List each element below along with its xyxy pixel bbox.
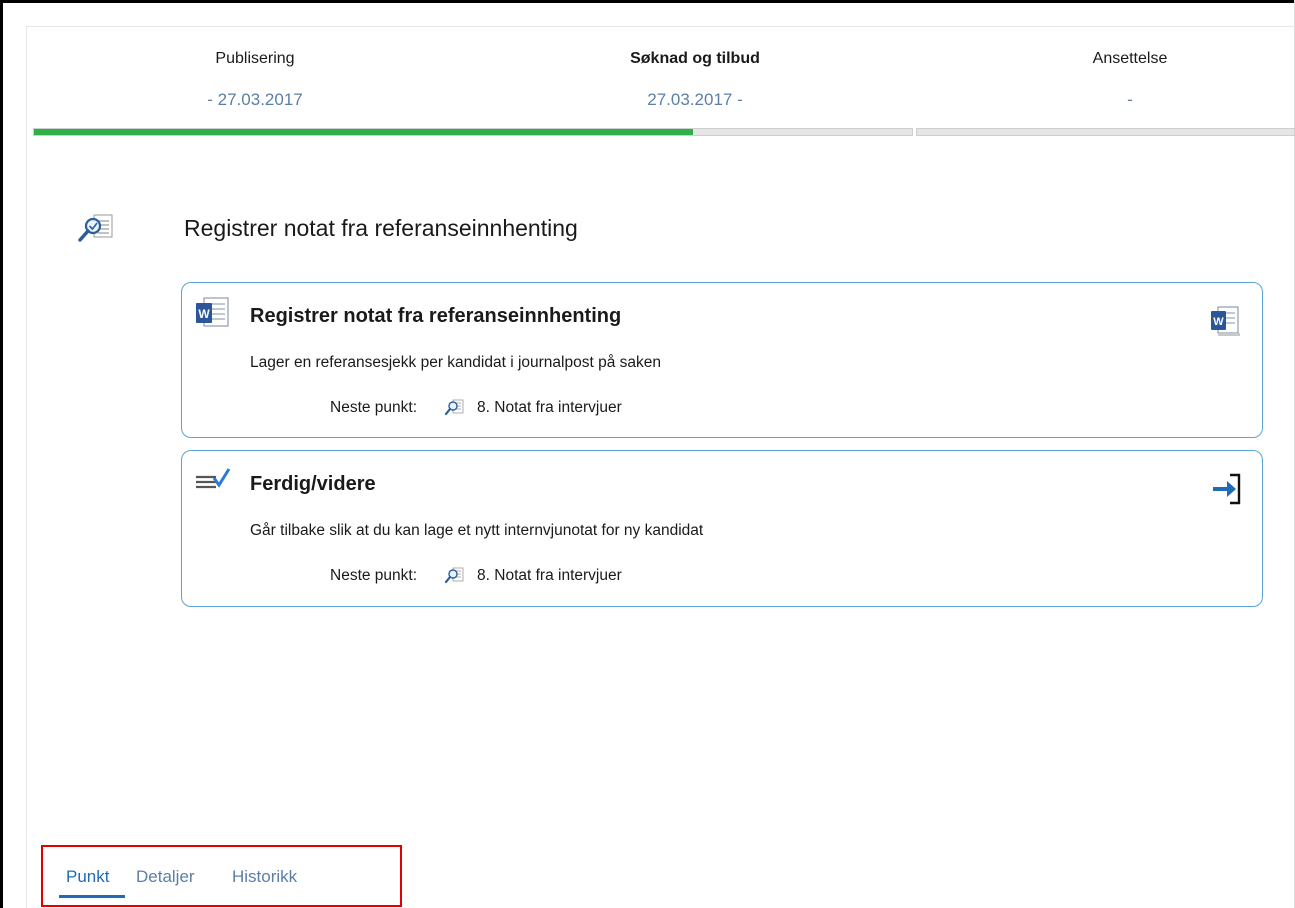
magnifier-document-icon — [444, 567, 464, 584]
card-description: Går tilbake slik at du kan lage et nytt … — [250, 522, 704, 539]
next-step: Neste punkt: 8. Notat fra intervjuer — [330, 398, 622, 418]
word-document-icon: W — [196, 297, 229, 327]
magnifier-document-icon — [78, 214, 113, 242]
tab-historikk[interactable]: Historikk — [232, 867, 297, 887]
action-card-ferdig-videre[interactable]: Ferdig/videre Går tilbake slik at du kan… — [181, 450, 1263, 607]
enter-arrow-icon[interactable] — [1208, 471, 1244, 507]
phase-publisering: Publisering - 27.03.2017 — [155, 50, 355, 110]
phase-date: 27.03.2017 - — [647, 90, 743, 109]
card-description: Lager en referansesjekk per kandidat i j… — [250, 354, 662, 371]
next-step-label: Neste punkt: — [330, 567, 418, 584]
progress-track-next — [916, 128, 1295, 136]
action-card-register-note[interactable]: W Registrer notat fra referanseinnhentin… — [181, 282, 1263, 438]
word-document-icon[interactable]: W — [1208, 303, 1244, 339]
phase-date: - — [1127, 90, 1133, 109]
page-title: Registrer notat fra referanseinnhenting — [184, 215, 578, 241]
phase-name: Ansettelse — [1092, 50, 1168, 67]
next-step-label: Neste punkt: — [330, 399, 418, 416]
progress-track-current — [33, 128, 913, 136]
phase-ansettelse: Ansettelse - — [1040, 50, 1220, 110]
card-title: Ferdig/videre — [250, 473, 376, 495]
tab-punkt[interactable]: Punkt — [66, 867, 109, 887]
active-tab-indicator — [59, 895, 125, 898]
progress-fill — [34, 129, 693, 135]
next-step-value: 8. Notat fra intervjuer — [477, 567, 622, 584]
svg-text:W: W — [198, 307, 210, 321]
card-title: Registrer notat fra referanseinnhenting — [250, 305, 622, 327]
phase-name: Publisering — [215, 50, 295, 67]
phase-soknad-og-tilbud: Søknad og tilbud 27.03.2017 - — [580, 50, 810, 110]
phase-date: - 27.03.2017 — [207, 90, 303, 109]
phase-name: Søknad og tilbud — [630, 50, 760, 67]
panel-top-divider — [26, 26, 1295, 27]
panel-left-divider — [26, 26, 27, 908]
svg-text:W: W — [1213, 316, 1224, 328]
magnifier-document-icon — [444, 399, 464, 416]
next-step: Neste punkt: 8. Notat fra intervjuer — [330, 566, 622, 586]
checklist-icon — [196, 468, 231, 489]
next-step-value: 8. Notat fra intervjuer — [477, 399, 622, 416]
tab-detaljer[interactable]: Detaljer — [136, 867, 195, 887]
